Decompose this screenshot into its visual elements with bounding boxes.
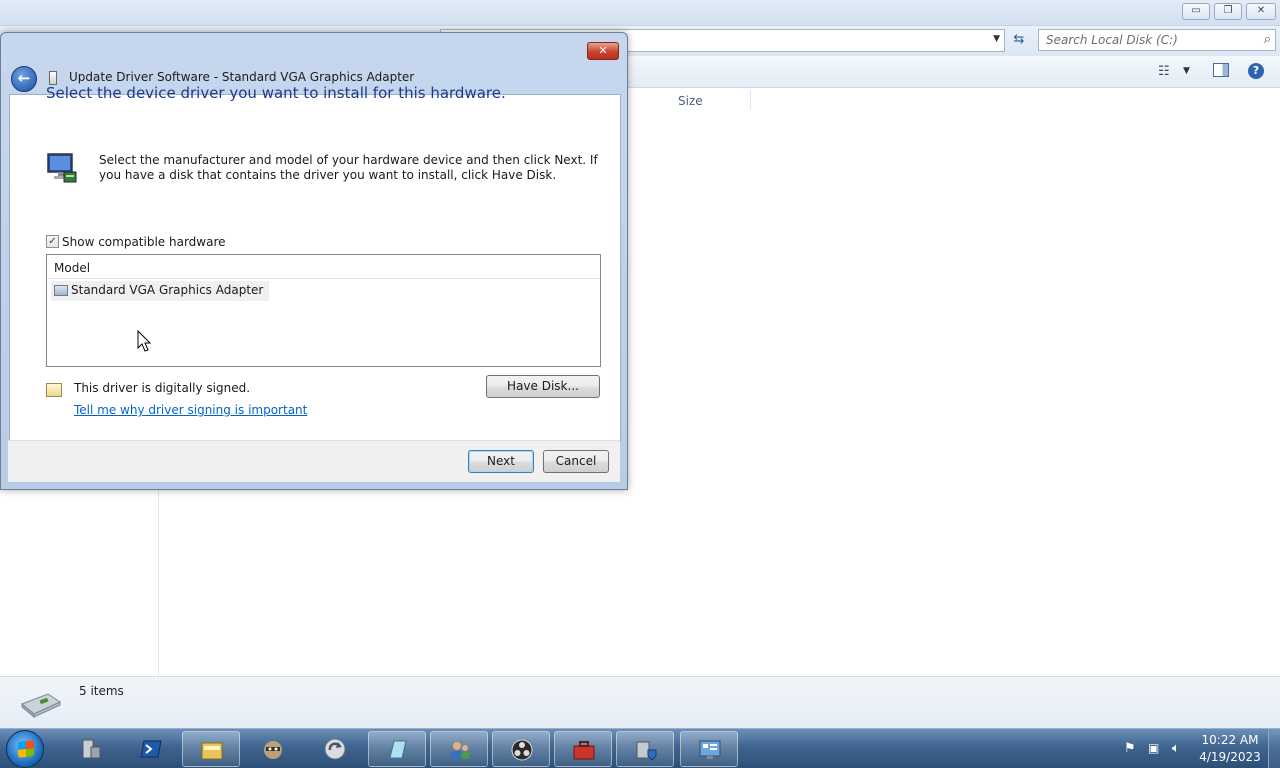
status-bar: [0, 676, 1280, 728]
raccoon-app-icon: [264, 741, 282, 759]
obs-icon: [511, 739, 533, 761]
help-icon[interactable]: ?: [1248, 63, 1264, 79]
dialog-title: Update Driver Software - Standard VGA Gr…: [69, 70, 415, 84]
dialog-close-button[interactable]: ✕: [587, 42, 619, 60]
navigation-pane-divider[interactable]: [158, 490, 159, 676]
taskbar-item-server-manager[interactable]: [62, 731, 120, 767]
start-button[interactable]: [6, 730, 44, 768]
control-panel-icon: [699, 740, 721, 759]
mouse-cursor-icon: [137, 330, 151, 352]
taskbar-item-device-manager[interactable]: [616, 731, 674, 767]
windows-explorer-icon: [201, 742, 223, 760]
show-desktop-button[interactable]: [1268, 729, 1280, 768]
signed-status-text: This driver is digitally signed.: [74, 381, 251, 395]
preview-pane-icon[interactable]: [1213, 63, 1229, 77]
search-icon[interactable]: ⌕: [1264, 32, 1271, 47]
explorer-titlebar: [0, 0, 1280, 26]
taskbar-item-users[interactable]: [430, 731, 488, 767]
search-placeholder: Search Local Disk (C:): [1046, 33, 1178, 47]
notepad-app-icon: [389, 740, 407, 759]
taskbar-item-powershell[interactable]: [122, 731, 180, 767]
display-adapter-icon: [54, 285, 68, 296]
driver-signing-link[interactable]: Tell me why driver signing is important: [74, 403, 307, 417]
device-icon: [49, 71, 57, 85]
minimize-button[interactable]: ▭: [1182, 3, 1210, 20]
taskbar-item-toolbox[interactable]: [554, 731, 612, 767]
cancel-button[interactable]: Cancel: [543, 450, 609, 473]
dialog-instructions: Select the manufacturer and model of you…: [99, 153, 598, 182]
taskbar-item-raccoon[interactable]: [244, 731, 302, 767]
refresh-app-icon: [324, 738, 346, 760]
device-manager-icon: [636, 741, 657, 761]
views-chevron-down-icon[interactable]: ▼: [1183, 66, 1190, 76]
next-button[interactable]: Next: [468, 450, 534, 473]
model-list[interactable]: Model Standard VGA Graphics Adapter: [46, 254, 601, 367]
powershell-icon: [140, 740, 162, 758]
column-header-size[interactable]: Size: [678, 94, 703, 108]
dialog-heading: Select the device driver you want to ins…: [46, 84, 506, 102]
taskbar-item-notepad[interactable]: [368, 731, 426, 767]
item-count: 5 items: [79, 684, 124, 698]
maximize-button[interactable]: ❐: [1214, 3, 1242, 20]
action-center-flag-icon[interactable]: ⚑: [1124, 741, 1136, 756]
explorer-close-button[interactable]: ✕: [1246, 3, 1276, 20]
volume-icon[interactable]: 🔈︎: [1172, 741, 1180, 756]
back-arrow-icon[interactable]: ←: [11, 66, 37, 92]
taskbar-item-control-panel[interactable]: [680, 731, 738, 767]
show-compatible-checkbox[interactable]: ✓: [46, 235, 59, 248]
network-icon[interactable]: ▣: [1148, 741, 1159, 755]
local-disk-icon: [21, 693, 62, 718]
taskbar-item-explorer[interactable]: [182, 731, 240, 767]
signed-certificate-icon: [46, 383, 62, 397]
refresh-icon[interactable]: ⇆: [1008, 29, 1030, 51]
toolbox-icon: [573, 741, 595, 760]
users-app-icon: [451, 742, 470, 759]
column-separator[interactable]: [750, 90, 751, 110]
search-input[interactable]: Search Local Disk (C:) ⌕: [1038, 29, 1276, 51]
list-item-label: Standard VGA Graphics Adapter: [71, 283, 264, 297]
server-manager-icon: [82, 739, 101, 759]
computer-monitor-icon: [47, 153, 77, 183]
model-column-header[interactable]: Model: [47, 255, 600, 279]
show-compatible-label[interactable]: Show compatible hardware: [62, 235, 226, 249]
have-disk-button[interactable]: Have Disk...: [486, 375, 600, 398]
change-view-icon[interactable]: ☷: [1158, 64, 1170, 79]
list-item[interactable]: Standard VGA Graphics Adapter: [51, 281, 270, 301]
taskbar-item-obs[interactable]: [492, 731, 550, 767]
windows-logo-icon: [18, 740, 34, 758]
clock-date[interactable]: 4/19/2023: [1196, 750, 1264, 764]
taskbar-item-refresh[interactable]: [306, 731, 364, 767]
chevron-down-icon[interactable]: ▼: [993, 34, 1000, 44]
clock-time[interactable]: 10:22 AM: [1200, 733, 1260, 747]
